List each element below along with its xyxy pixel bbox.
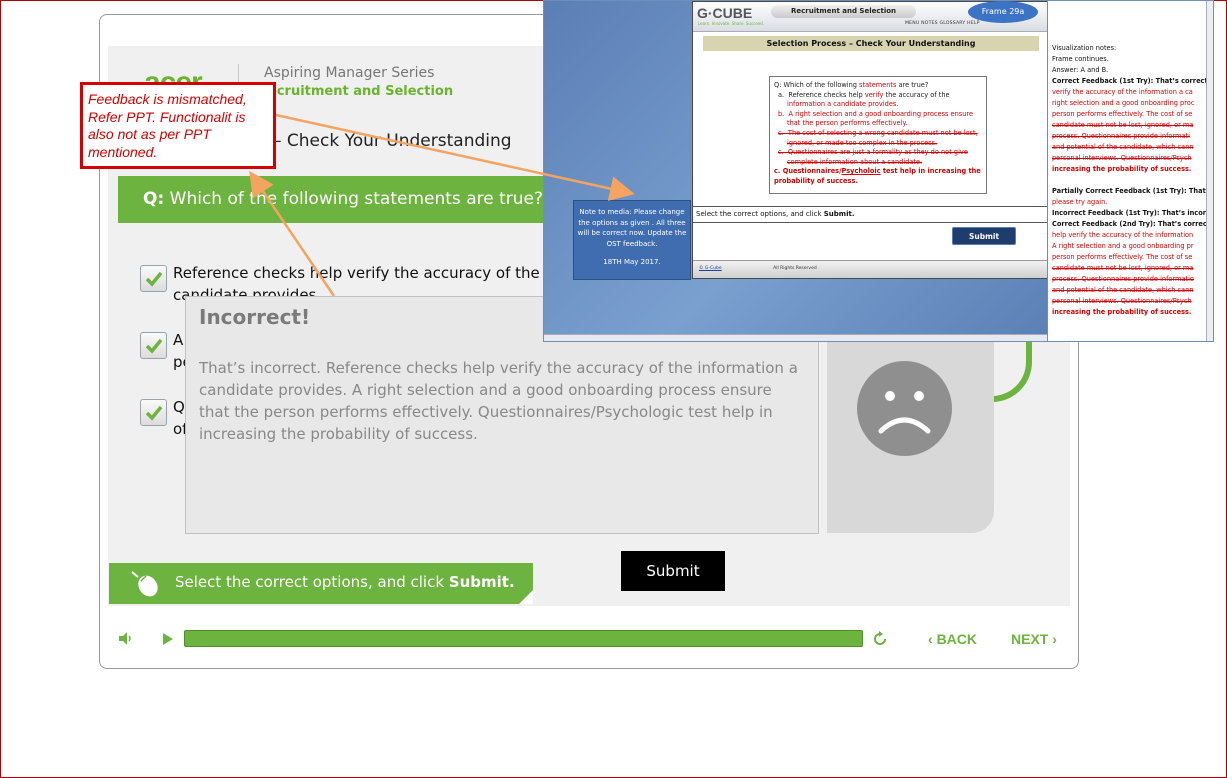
replay-icon[interactable]: [872, 631, 888, 647]
reference-horizontal-scrollbar: [544, 334, 1047, 341]
play-icon[interactable]: [162, 632, 174, 646]
checkmark-icon: [145, 271, 163, 287]
notes-line: right selection and a good onboarding pr…: [1052, 99, 1195, 107]
notes-line: increasing the probability of success.: [1052, 165, 1192, 173]
course-title: Recruitment and Selection: [258, 84, 454, 99]
progress-bar[interactable]: [184, 630, 863, 647]
notes-line: Correct Feedback (2nd Try): That’s corre…: [1052, 220, 1213, 228]
notes-line: verify the accuracy of the information a…: [1052, 88, 1193, 96]
notes-line: increasing the probability of success.: [1052, 308, 1192, 316]
gcube-logo: G·CUBE: [697, 5, 753, 21]
back-button[interactable]: ‹ BACK: [928, 631, 977, 647]
visualization-notes-panel: Visualization notes: Frame continues. Answ…: [1047, 1, 1214, 341]
notes-line: Answer: A and B.: [1052, 66, 1109, 74]
notes-line: candidate must not be lost, ignored, or …: [1052, 264, 1194, 272]
reference-section-title: Selection Process – Check Your Understan…: [703, 36, 1039, 51]
question-prefix: Q:: [143, 189, 165, 209]
reference-question-box: Q: Which of the following statements are…: [769, 76, 987, 194]
notes-line: candidate must not be lost, ignored, or …: [1052, 121, 1194, 129]
notes-line: please try again.: [1052, 198, 1108, 206]
reference-submit-button: Submit: [952, 227, 1016, 245]
page-title: – Check Your Understanding: [273, 131, 512, 151]
mouse-click-icon: [131, 571, 158, 597]
reference-footer: © G-Cube All Rights Reserved: [693, 260, 1049, 278]
notes-line: Visualization notes:: [1052, 44, 1117, 52]
notes-line: [1052, 175, 1213, 186]
notes-line: personal interviews. Questionnaires/Psyc…: [1052, 154, 1192, 162]
next-button[interactable]: NEXT ›: [1011, 631, 1057, 647]
feedback-body: That’s incorrect. Reference checks help …: [199, 359, 798, 443]
notes-line: and potential of the candidate, which ca…: [1052, 286, 1194, 294]
notes-line: person performs effectively. The cost of…: [1052, 110, 1193, 118]
notes-line: Partially Correct Feedback (1st Try): Th…: [1052, 187, 1214, 195]
instruction-bold: Submit.: [448, 573, 515, 591]
frame-badge: Frame 29a: [968, 1, 1038, 23]
notes-line: process. Questionnaires provide informat…: [1052, 275, 1194, 283]
checkmark-icon: [145, 405, 163, 421]
submit-button[interactable]: Submit: [621, 551, 725, 591]
volume-icon[interactable]: [118, 631, 134, 646]
notes-line: help verify the accuracy of the informat…: [1052, 231, 1194, 239]
reference-course-title: Recruitment and Selection: [771, 5, 916, 18]
notes-line: Incorrect Feedback (1st Try): That’s inc…: [1052, 209, 1214, 217]
question-text: Which of the following statements are tr…: [169, 189, 544, 209]
review-annotation: Feedback is mismatched, Refer PPT. Funct…: [80, 82, 276, 169]
reference-menu: MENU NOTES GLOSSARY HELP: [905, 21, 980, 26]
notes-line: person performs effectively. The cost of…: [1052, 253, 1193, 261]
reference-instruction: Select the correct options, and click Su…: [693, 206, 1049, 223]
notes-line: A right selection and a good onboarding …: [1052, 242, 1194, 250]
reference-slide: G·CUBE Learn. Innovate. Share. Succeed. …: [692, 1, 1049, 279]
option-c-checkbox[interactable]: [140, 399, 167, 426]
sad-face-icon: [857, 361, 952, 456]
note-to-media: Note to media: Please change the options…: [573, 200, 691, 280]
instruction-bar: Select the correct options, and click Su…: [109, 563, 533, 604]
option-a-checkbox[interactable]: [140, 265, 167, 292]
option-b-checkbox[interactable]: [140, 332, 167, 359]
chevron-right-icon: ›: [1052, 631, 1057, 647]
notes-line: and potential of the candidate, which ca…: [1052, 143, 1194, 151]
question-bar: Q: Which of the following statements are…: [118, 176, 568, 223]
feedback-title: Incorrect!: [199, 305, 311, 329]
notes-line: Frame continues.: [1052, 55, 1109, 63]
reference-ppt-screenshot: G·CUBE Learn. Innovate. Share. Succeed. …: [543, 0, 1214, 342]
series-title: Aspiring Manager Series: [264, 65, 435, 81]
gcube-tagline: Learn. Innovate. Share. Succeed.: [698, 21, 765, 26]
instruction-text: Select the correct options, and click: [175, 573, 449, 591]
notes-line: Correct Feedback (1st Try): That’s corre…: [1052, 77, 1211, 85]
notes-line: process. Questionnaires provide informat…: [1052, 132, 1190, 140]
reference-vertical-scrollbar: [1206, 1, 1213, 341]
checkmark-icon: [145, 338, 163, 354]
notes-line: personal interviews. Questionnaires/Psyc…: [1052, 297, 1192, 305]
chevron-left-icon: ‹: [928, 631, 933, 647]
